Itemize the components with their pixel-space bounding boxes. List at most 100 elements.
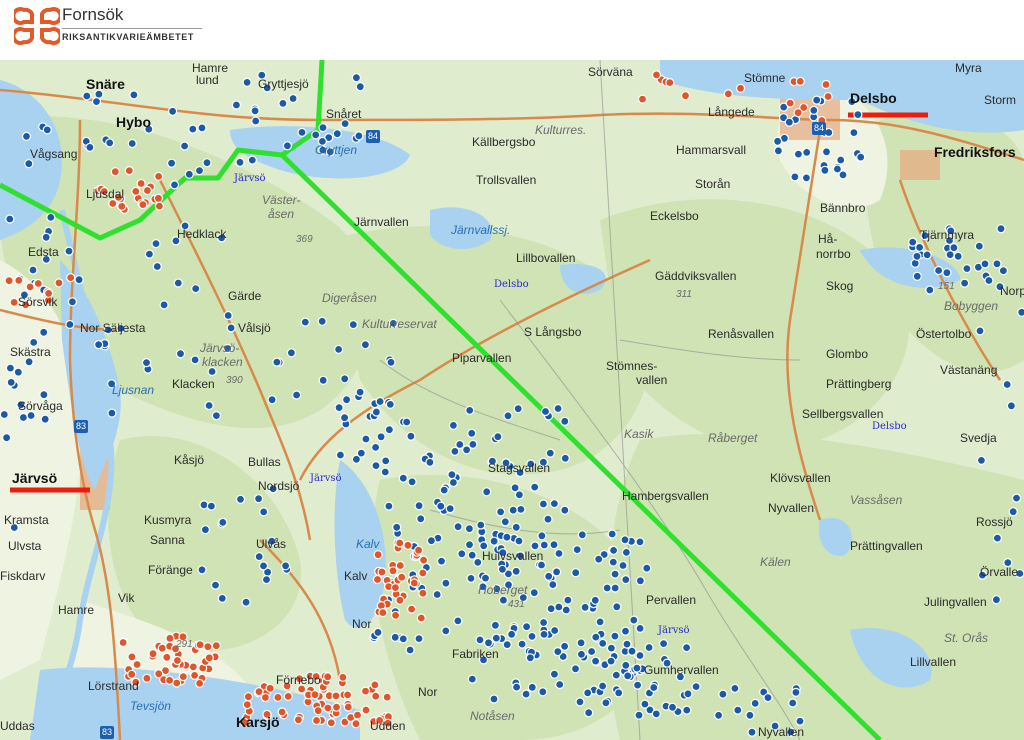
heritage-site-marker-icon[interactable] (218, 517, 228, 527)
heritage-site-marker-icon[interactable] (838, 170, 848, 180)
heritage-site-marker-icon[interactable] (521, 622, 532, 632)
ancient-remain-marker-icon[interactable] (377, 567, 387, 577)
heritage-site-marker-icon[interactable] (590, 656, 601, 666)
heritage-site-marker-icon[interactable] (517, 639, 527, 649)
heritage-site-marker-icon[interactable] (539, 629, 549, 640)
heritage-site-marker-icon[interactable] (635, 537, 645, 547)
ancient-remain-marker-icon[interactable] (66, 273, 76, 283)
heritage-site-marker-icon[interactable] (465, 405, 475, 415)
heritage-site-marker-icon[interactable] (598, 638, 608, 649)
heritage-site-marker-icon[interactable] (490, 620, 500, 630)
heritage-site-marker-icon[interactable] (595, 617, 605, 627)
heritage-site-marker-icon[interactable] (39, 327, 49, 337)
heritage-site-marker-icon[interactable] (1, 433, 12, 443)
heritage-site-marker-icon[interactable] (991, 595, 1002, 605)
ancient-remain-marker-icon[interactable] (118, 637, 128, 648)
ancient-remain-marker-icon[interactable] (371, 691, 381, 701)
heritage-site-marker-icon[interactable] (554, 602, 564, 612)
heritage-site-marker-icon[interactable] (254, 552, 264, 562)
heritage-site-marker-icon[interactable] (634, 710, 644, 720)
ancient-remain-marker-icon[interactable] (311, 715, 322, 726)
heritage-site-marker-icon[interactable] (180, 141, 190, 151)
ancient-remain-marker-icon[interactable] (360, 686, 371, 696)
ancient-remain-marker-icon[interactable] (361, 705, 371, 715)
heritage-site-marker-icon[interactable] (718, 689, 728, 699)
ancient-remain-marker-icon[interactable] (378, 607, 388, 618)
heritage-site-marker-icon[interactable] (407, 477, 417, 487)
ancient-remain-marker-icon[interactable] (124, 165, 134, 176)
heritage-site-marker-icon[interactable] (570, 664, 581, 674)
heritage-site-marker-icon[interactable] (200, 525, 210, 535)
heritage-site-marker-icon[interactable] (202, 158, 212, 168)
heritage-site-marker-icon[interactable] (632, 680, 643, 690)
ancient-remain-marker-icon[interactable] (351, 719, 361, 729)
ancient-remain-marker-icon[interactable] (188, 662, 198, 672)
ancient-remain-marker-icon[interactable] (153, 193, 163, 203)
heritage-site-marker-icon[interactable] (197, 123, 207, 133)
heritage-site-marker-icon[interactable] (507, 629, 517, 639)
heritage-site-marker-icon[interactable] (334, 403, 344, 413)
heritage-site-marker-icon[interactable] (278, 98, 288, 109)
heritage-site-marker-icon[interactable] (188, 124, 198, 134)
heritage-site-marker-icon[interactable] (441, 578, 451, 588)
heritage-site-marker-icon[interactable] (5, 214, 15, 224)
heritage-site-marker-icon[interactable] (984, 275, 994, 286)
heritage-site-marker-icon[interactable] (441, 626, 451, 636)
heritage-site-marker-icon[interactable] (791, 687, 801, 698)
ancient-remain-marker-icon[interactable] (136, 178, 146, 189)
ancient-remain-marker-icon[interactable] (407, 604, 417, 614)
ancient-remain-marker-icon[interactable] (4, 276, 14, 286)
ancient-remain-marker-icon[interactable] (243, 692, 253, 702)
heritage-site-marker-icon[interactable] (42, 125, 52, 135)
heritage-site-marker-icon[interactable] (250, 106, 260, 116)
heritage-site-marker-icon[interactable] (572, 545, 582, 555)
heritage-site-marker-icon[interactable] (821, 147, 832, 157)
fornsok-logo-icon[interactable] (14, 4, 60, 48)
heritage-site-marker-icon[interactable] (311, 130, 321, 140)
heritage-site-marker-icon[interactable] (640, 699, 650, 709)
heritage-site-marker-icon[interactable] (601, 698, 611, 708)
heritage-site-marker-icon[interactable] (812, 95, 822, 105)
heritage-site-marker-icon[interactable] (627, 646, 637, 656)
heritage-site-marker-icon[interactable] (538, 499, 549, 509)
ancient-remain-marker-icon[interactable] (110, 167, 120, 177)
heritage-site-marker-icon[interactable] (549, 669, 560, 679)
heritage-site-marker-icon[interactable] (856, 152, 866, 162)
heritage-site-marker-icon[interactable] (466, 573, 476, 584)
heritage-site-marker-icon[interactable] (996, 224, 1006, 234)
ancient-remain-marker-icon[interactable] (25, 282, 35, 292)
heritage-site-marker-icon[interactable] (173, 278, 183, 288)
heritage-site-marker-icon[interactable] (500, 517, 510, 527)
heritage-site-marker-icon[interactable] (473, 557, 483, 567)
ancient-remain-marker-icon[interactable] (795, 76, 805, 86)
heritage-site-marker-icon[interactable] (241, 597, 251, 607)
ancient-remain-marker-icon[interactable] (14, 275, 24, 285)
ancient-remain-marker-icon[interactable] (414, 545, 424, 555)
heritage-site-marker-icon[interactable] (281, 561, 291, 571)
heritage-site-marker-icon[interactable] (583, 688, 593, 698)
ancient-remain-marker-icon[interactable] (157, 643, 167, 653)
heritage-site-marker-icon[interactable] (436, 501, 446, 511)
ancient-remain-marker-icon[interactable] (313, 706, 323, 716)
heritage-site-marker-icon[interactable] (836, 155, 846, 165)
heritage-site-marker-icon[interactable] (594, 554, 604, 564)
heritage-site-marker-icon[interactable] (975, 326, 985, 336)
heritage-site-marker-icon[interactable] (476, 520, 486, 530)
heritage-site-marker-icon[interactable] (210, 580, 221, 590)
heritage-site-marker-icon[interactable] (788, 698, 798, 708)
heritage-site-marker-icon[interactable] (949, 243, 959, 253)
heritage-site-marker-icon[interactable] (416, 514, 426, 524)
heritage-site-marker-icon[interactable] (561, 605, 571, 615)
heritage-site-marker-icon[interactable] (448, 420, 458, 430)
ancient-remain-marker-icon[interactable] (382, 692, 392, 702)
heritage-site-marker-icon[interactable] (527, 631, 537, 642)
heritage-site-marker-icon[interactable] (1017, 307, 1024, 317)
heritage-site-marker-icon[interactable] (575, 697, 585, 707)
ancient-remain-marker-icon[interactable] (242, 699, 252, 710)
heritage-site-marker-icon[interactable] (571, 568, 581, 578)
heritage-site-marker-icon[interactable] (563, 595, 573, 605)
heritage-site-marker-icon[interactable] (371, 407, 381, 417)
ancient-remain-marker-icon[interactable] (391, 610, 401, 620)
heritage-site-marker-icon[interactable] (467, 428, 477, 438)
heritage-site-marker-icon[interactable] (525, 653, 535, 663)
